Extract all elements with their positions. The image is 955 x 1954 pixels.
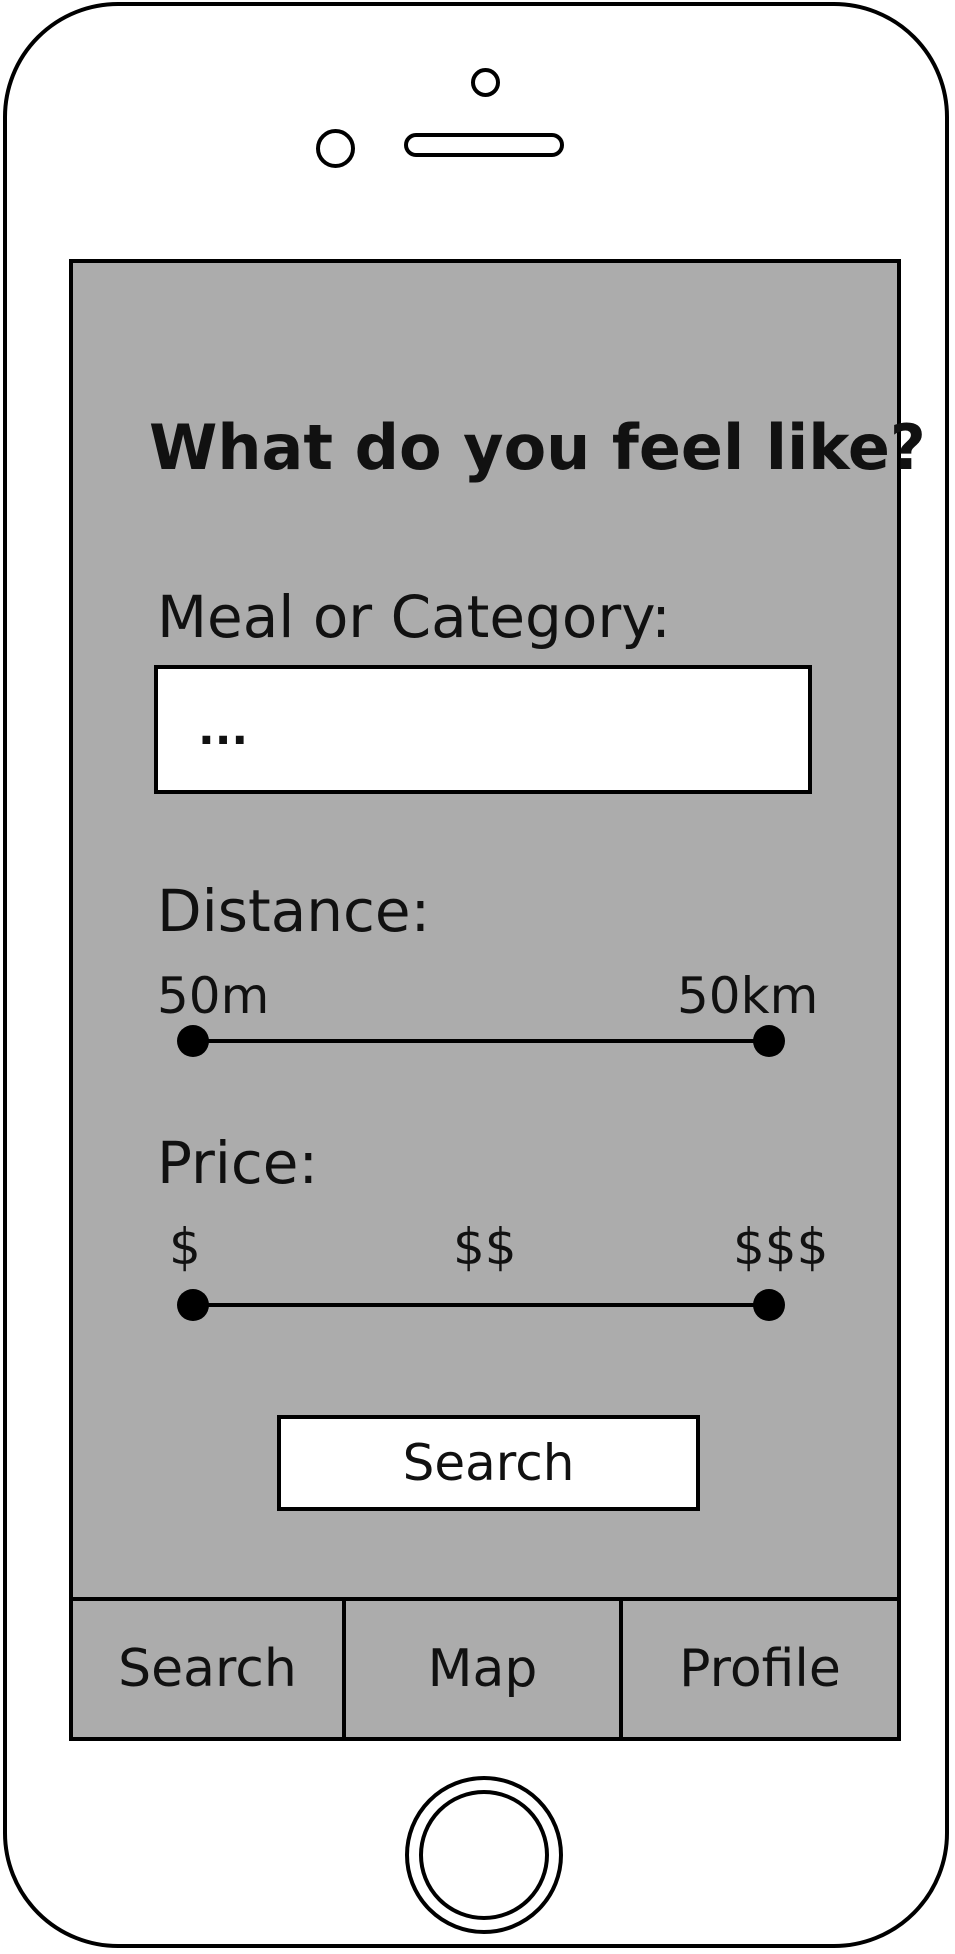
- home-button-ring-icon: [419, 1790, 549, 1920]
- search-button[interactable]: Search: [277, 1415, 700, 1511]
- distance-slider-max-handle[interactable]: [753, 1025, 785, 1057]
- meal-category-input[interactable]: [154, 665, 812, 794]
- price-slider-track: [193, 1303, 769, 1307]
- bottom-tab-bar: Search Map Profile: [73, 1597, 897, 1737]
- price-tick-mid: $$: [453, 1218, 517, 1276]
- page-title: What do you feel like?: [149, 411, 926, 484]
- price-tick-high: $$$: [733, 1218, 829, 1276]
- distance-slider-min-handle[interactable]: [177, 1025, 209, 1057]
- price-slider-max-handle[interactable]: [753, 1289, 785, 1321]
- meal-category-label: Meal or Category:: [157, 583, 671, 651]
- proximity-sensor-icon: [316, 129, 355, 168]
- tab-profile[interactable]: Profile: [623, 1601, 897, 1737]
- distance-max-label: 50km: [677, 967, 819, 1025]
- price-slider-min-handle[interactable]: [177, 1289, 209, 1321]
- front-camera-icon: [471, 68, 500, 97]
- home-button[interactable]: [405, 1776, 563, 1934]
- phone-frame: What do you feel like? Meal or Category:…: [3, 2, 949, 1948]
- distance-label: Distance:: [157, 877, 431, 945]
- app-screen: What do you feel like? Meal or Category:…: [69, 259, 926, 1741]
- price-slider[interactable]: [177, 1289, 785, 1321]
- distance-slider-track: [193, 1039, 769, 1043]
- distance-min-label: 50m: [157, 967, 270, 1025]
- price-label: Price:: [157, 1129, 319, 1197]
- tab-map[interactable]: Map: [346, 1601, 623, 1737]
- price-tick-low: $: [169, 1218, 201, 1276]
- distance-slider[interactable]: [177, 1025, 785, 1057]
- tab-search[interactable]: Search: [73, 1601, 346, 1737]
- earpiece-speaker-icon: [404, 133, 564, 157]
